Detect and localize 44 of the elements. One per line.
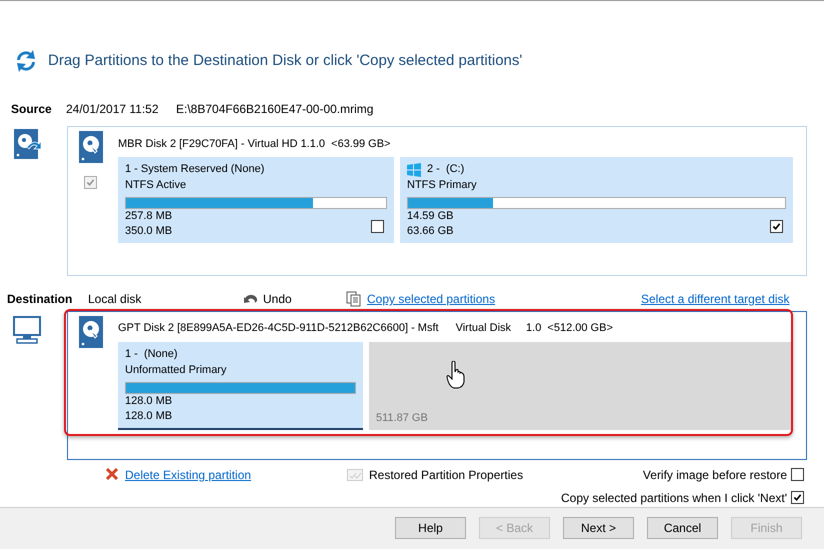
total-size: 350.0 MB [125,224,172,240]
partition-type: NTFS Primary [407,178,478,194]
source-label: Source [10,101,53,118]
delete-icon [106,468,118,480]
select-target-disk-link[interactable]: Select a different target disk [641,290,790,308]
image-path: E:\8B704F66B2160E47-00-00.mrimg [176,101,374,118]
option-label: Copy selected partitions when I click 'Next' [560,490,787,507]
destination-location: Local disk [88,290,142,308]
used-size: 14.59 GB [407,209,454,224]
used-size: 257.8 MB [125,209,172,224]
disk-image-icon [14,129,41,160]
disk-title: MBR Disk 2 [F29C70FA] - Virtual HD 1.1.0 <63.99 GB> [118,137,392,152]
undo-button[interactable]: Undo [243,290,346,308]
used-size: 128.0 MB [125,394,172,409]
partition-title: 1 - System Reserved (None) [125,162,264,178]
disk-title: GPT Disk 2 [8E899A5A-ED26-4C5D-911D-5212B62C6600] - Msft [118,320,439,336]
undo-icon [243,292,259,305]
unallocated-size: 511.87 GB [376,410,429,426]
page-title: Drag Partitions to the Destination Disk or click 'Copy selected partitions' [48,51,522,72]
checkbox[interactable] [791,468,804,482]
checkbox[interactable] [791,491,804,504]
partition-properties-button: Restored Partition Properties [347,466,524,484]
total-size: 128.0 MB [125,408,172,424]
partition-title: 1 - (None) [125,346,178,362]
properties-icon [347,468,363,481]
disk-model: Virtual Disk [456,320,512,336]
disk-size: 1.0 <512.00 GB> [526,320,613,336]
dialog-button[interactable]: Cancel [647,516,718,539]
copy-icon [346,290,362,307]
copy-partitions-link[interactable]: Copy selected partitions [367,290,641,308]
hand-cursor-icon [446,360,466,389]
image-date: 24/01/2017 11:52 [66,101,160,118]
partition-title: 2 - (C:) [427,162,464,178]
refresh-arrows-icon [14,48,38,74]
delete-partition-link[interactable]: Delete Existing partition [125,466,347,484]
option-label: Verify image before restore [642,466,787,484]
partition-type: NTFS Active [125,178,188,194]
monitor-icon [13,316,41,344]
dialog-button[interactable]: Help [395,516,466,539]
dialog-button[interactable]: Next > [563,516,634,539]
total-size: 63.66 GB [407,224,454,240]
partition-type: Unformatted Primary [125,362,228,378]
destination-label: Destination [6,290,74,308]
partition-block[interactable]: 1 - (None) Unformatted Primary 128.0 MB 128.0 MB [118,342,363,430]
